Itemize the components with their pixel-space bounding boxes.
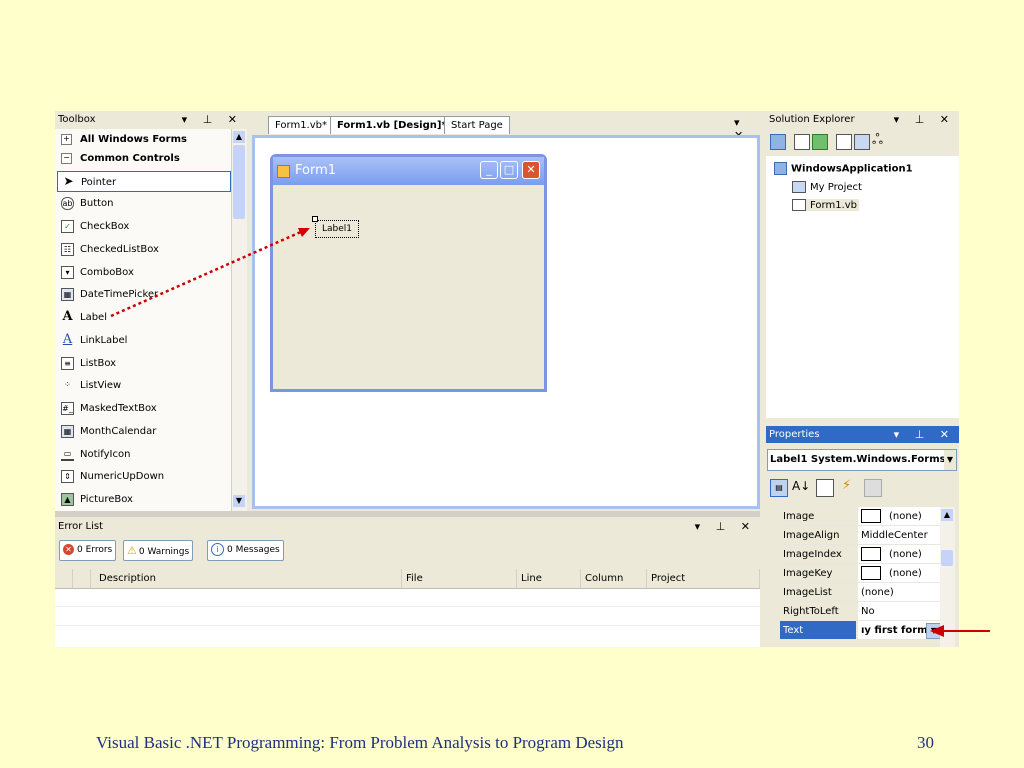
slide-caption: Visual Basic .NET Programming: From Prob…: [96, 733, 624, 752]
annotation-overlay: [110, 228, 990, 637]
slide-page-number: 30: [917, 733, 934, 752]
drag-arrow-line: [110, 229, 304, 318]
text-arrow-head: [930, 625, 944, 637]
